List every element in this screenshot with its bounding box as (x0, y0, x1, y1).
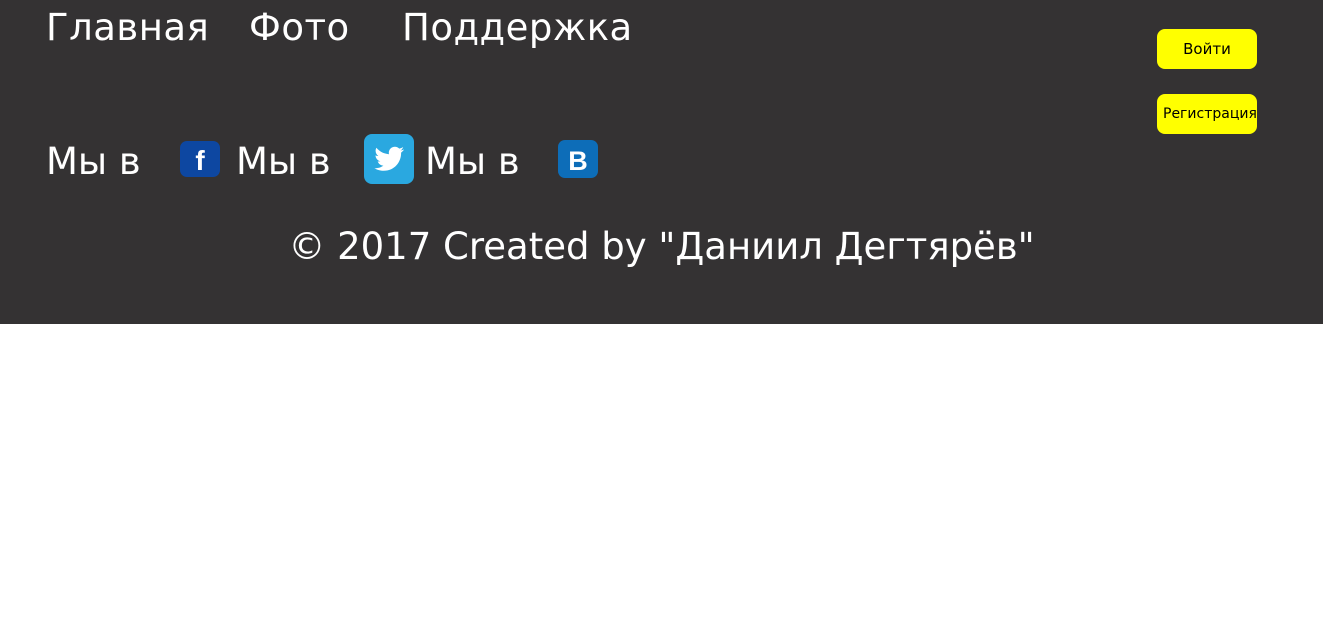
svg-text:B: B (568, 146, 588, 176)
facebook-icon[interactable]: f (180, 141, 220, 177)
register-button[interactable]: Регистрация (1157, 94, 1257, 134)
social-prefix-facebook: Мы в (46, 140, 141, 183)
copyright-text: © 2017 Created by "Даниил Дегтярёв" (288, 225, 1035, 268)
social-prefix-twitter: Мы в (236, 140, 331, 183)
nav-link-home[interactable]: Главная (46, 6, 209, 50)
twitter-icon[interactable] (364, 134, 414, 184)
social-prefix-vk: Мы в (425, 140, 520, 183)
nav-link-photo[interactable]: Фото (249, 6, 350, 50)
header-panel: Главная Фото Поддержка Войти Регистрация… (0, 0, 1323, 324)
login-button[interactable]: Войти (1157, 29, 1257, 69)
vk-icon[interactable]: B (558, 140, 598, 178)
nav-link-support[interactable]: Поддержка (402, 6, 633, 50)
svg-text:f: f (195, 145, 205, 176)
